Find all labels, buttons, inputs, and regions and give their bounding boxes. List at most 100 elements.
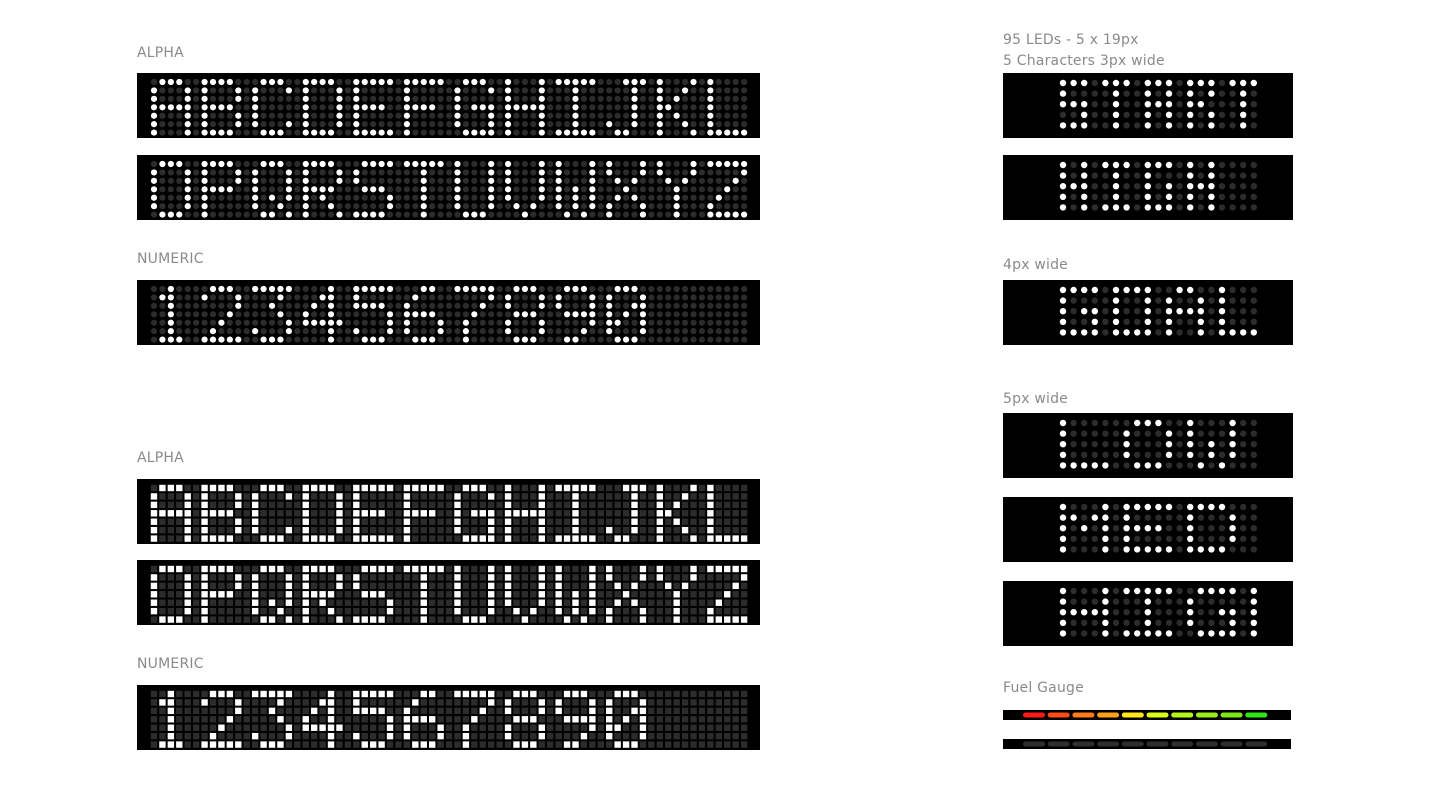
led-off [429, 203, 436, 210]
led-off [681, 112, 689, 119]
led-off [530, 732, 537, 740]
led-off [1081, 598, 1088, 605]
led-off [639, 690, 647, 698]
led-off [319, 177, 326, 184]
led-on [521, 104, 529, 111]
led-off [445, 203, 453, 210]
led-on [631, 336, 638, 343]
led-off [378, 526, 385, 534]
led-on [580, 311, 588, 318]
led-off [1123, 183, 1130, 190]
led-off [690, 716, 697, 723]
led-off [690, 732, 697, 740]
led-off [681, 732, 689, 740]
led-on [1112, 318, 1120, 325]
led-off [176, 707, 183, 715]
led-on [673, 599, 680, 606]
led-on [251, 607, 259, 615]
led-on [310, 724, 318, 731]
led-on [471, 535, 478, 542]
led-on [1144, 329, 1151, 336]
led-off [622, 574, 630, 581]
led-on [1123, 514, 1130, 521]
led-off [496, 186, 503, 193]
led-off [1197, 193, 1204, 200]
led-off [235, 565, 242, 573]
led-on [277, 699, 284, 706]
led-off [260, 328, 267, 335]
led-on [471, 311, 478, 318]
led-off [218, 574, 225, 581]
led-off [521, 526, 529, 534]
led-on [707, 518, 714, 525]
led-on [1155, 462, 1162, 469]
led-on [488, 186, 495, 193]
led-on [707, 160, 714, 168]
led-on [715, 535, 723, 542]
led-off [471, 591, 478, 598]
led-off [150, 302, 158, 309]
led-on [665, 104, 672, 111]
led-off [159, 302, 166, 309]
led-off [479, 518, 486, 525]
led-off [310, 501, 318, 509]
led-off [277, 732, 284, 740]
led-on [336, 582, 343, 590]
led-off [606, 518, 613, 525]
led-off [547, 160, 554, 168]
led-off [176, 501, 183, 509]
led-off [369, 716, 377, 723]
led-off [530, 484, 537, 492]
led-off [1123, 297, 1130, 304]
led-off [1091, 161, 1098, 169]
led-off [260, 599, 267, 606]
led-off [150, 484, 158, 492]
led-on [504, 599, 512, 606]
display-5px-med [1003, 497, 1293, 562]
led-off [1070, 598, 1077, 605]
led-off [547, 724, 554, 731]
led-on [1102, 79, 1109, 87]
led-off [1112, 587, 1120, 595]
led-off [243, 186, 250, 193]
led-on [327, 699, 335, 706]
led-off [462, 510, 470, 517]
led-off [251, 724, 259, 731]
led-off [597, 211, 604, 218]
led-off [631, 591, 638, 598]
led-off [1134, 451, 1141, 458]
led-on [268, 599, 276, 606]
led-on [639, 707, 647, 715]
led-on [1165, 451, 1173, 458]
led-on [707, 104, 714, 111]
led-off [260, 194, 267, 201]
led-off [252, 319, 259, 326]
led-off [159, 716, 166, 723]
led-on [353, 177, 360, 184]
led-on [572, 78, 579, 86]
led-on [606, 121, 613, 128]
led-off [294, 302, 301, 309]
led-off [395, 607, 402, 615]
led-on [235, 501, 242, 509]
led-off [741, 328, 748, 335]
led-off [462, 112, 470, 119]
led-off [159, 177, 166, 184]
led-off [555, 616, 562, 623]
led-off [1187, 587, 1194, 595]
led-off [496, 707, 503, 715]
led-off [622, 501, 630, 509]
led-off [639, 510, 647, 517]
led-on [589, 319, 596, 326]
led-on [504, 294, 512, 301]
led-off [1155, 172, 1162, 179]
led-off [437, 336, 444, 343]
led-off [648, 574, 655, 581]
led-off [420, 129, 427, 136]
led-on [420, 78, 427, 86]
led-on [285, 574, 293, 581]
led-off [741, 311, 748, 318]
led-off [681, 741, 689, 748]
led-on [412, 510, 419, 517]
led-off [209, 112, 217, 119]
